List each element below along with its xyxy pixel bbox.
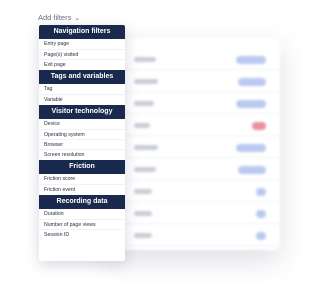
- section-header-visitor-technology: Visitor technology: [39, 105, 125, 119]
- add-filters-button[interactable]: Add filters ⌄: [38, 13, 80, 22]
- menu-item-variable[interactable]: Variable: [39, 94, 125, 104]
- section-header-friction: Friction: [39, 160, 125, 174]
- background-row: [108, 204, 280, 224]
- background-row: [108, 226, 280, 246]
- background-row: [108, 116, 280, 136]
- menu-item-tag[interactable]: Tag: [39, 84, 125, 94]
- section-header-recording-data: Recording data: [39, 195, 125, 209]
- menu-item-device[interactable]: Device: [39, 119, 125, 129]
- menu-item-friction-score[interactable]: Friction score: [39, 174, 125, 184]
- background-row: [108, 182, 280, 202]
- background-row: [108, 94, 280, 114]
- filters-dropdown: Navigation filters Entry page Page(s) vi…: [39, 25, 125, 261]
- menu-item-session-id[interactable]: Session ID: [39, 229, 125, 239]
- menu-item-browser[interactable]: Browser: [39, 139, 125, 149]
- background-table: [108, 38, 280, 250]
- menu-item-number-of-page-views[interactable]: Number of page views: [39, 219, 125, 229]
- background-row: [108, 50, 280, 70]
- chevron-down-icon: ⌄: [74, 14, 81, 22]
- screen: Add filters ⌄ Navigation filters Entry p…: [0, 0, 300, 285]
- menu-item-entry-page[interactable]: Entry page: [39, 39, 125, 49]
- menu-item-duration[interactable]: Duration: [39, 209, 125, 219]
- menu-item-pages-visited[interactable]: Page(s) visited: [39, 49, 125, 59]
- menu-item-exit-page[interactable]: Exit page: [39, 59, 125, 69]
- section-header-navigation-filters: Navigation filters: [39, 25, 125, 39]
- background-row: [108, 72, 280, 92]
- section-header-tags-and-variables: Tags and variables: [39, 70, 125, 84]
- menu-item-screen-resolution[interactable]: Screen resolution: [39, 149, 125, 159]
- background-row: [108, 160, 280, 180]
- menu-item-operating-system[interactable]: Operating system: [39, 129, 125, 139]
- add-filters-label: Add filters: [38, 13, 72, 22]
- menu-item-friction-event[interactable]: Friction event: [39, 184, 125, 194]
- background-row: [108, 138, 280, 158]
